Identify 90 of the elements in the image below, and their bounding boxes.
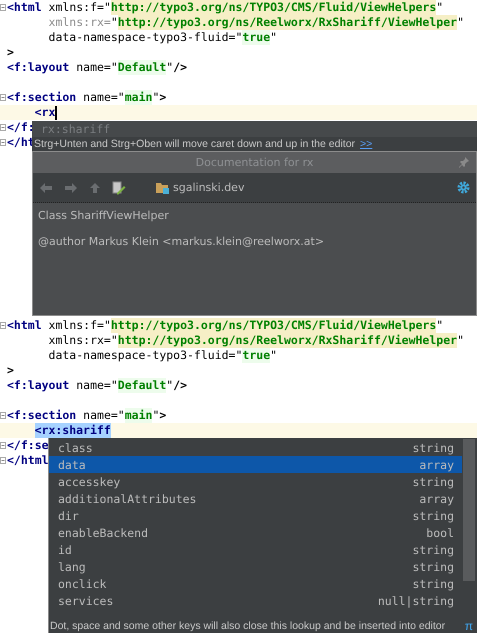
code-attribute: name= (75, 60, 111, 75)
code-attribute: data-namespace-typo3-fluid= (48, 348, 236, 363)
code-tag: <f:section (7, 90, 76, 105)
fold-icon[interactable] (0, 457, 6, 464)
code-quote: " (166, 378, 174, 393)
settings-icon[interactable] (457, 181, 470, 194)
code-attribute: xmlns:rx= (48, 333, 111, 348)
code-quote: " (110, 378, 118, 393)
code-punctuation: > (159, 90, 166, 105)
code-attribute: name= (75, 378, 111, 393)
selected-code: <rx:shariff (34, 423, 111, 438)
code-quote: " (235, 30, 242, 45)
code-quote: " (152, 90, 160, 105)
code-quote: " (270, 30, 278, 45)
code-tag: </f: (7, 120, 35, 135)
code-string: Default (118, 60, 166, 75)
pin-icon[interactable] (458, 156, 470, 168)
fold-icon[interactable] (0, 4, 6, 11)
documentation-text: @author Markus Klein <markus.klein@reelworx.at> (38, 235, 326, 248)
code-attribute: data-namespace-typo3-fluid= (48, 30, 236, 45)
completion-item[interactable]: data array (49, 456, 462, 473)
fold-icon[interactable] (0, 442, 6, 449)
code-quote: " (270, 348, 278, 363)
code-string: http://typo3.org/ns/Reelworx/RxShariff/ViewHelper (118, 15, 458, 30)
code-string: true (242, 348, 270, 363)
up-arrow-icon[interactable] (89, 182, 101, 194)
code-string: main (124, 408, 152, 423)
documentation-text: Class ShariffViewHelper (38, 209, 170, 222)
completion-item[interactable]: class string (49, 439, 462, 456)
code-attribute: name= (82, 90, 118, 105)
fold-icon[interactable] (0, 412, 6, 419)
completion-item[interactable]: accesskey string (49, 473, 462, 490)
code-quote: " (118, 408, 125, 423)
hint-text: Strg+Unten and Strg+Oben will move caret down and up in the editor (34, 138, 356, 150)
code-punctuation: > (7, 45, 14, 60)
code-quote: " (152, 408, 160, 423)
code-tag: <f:layout (7, 378, 70, 393)
completion-item[interactable]: additionalAttributes array (49, 490, 462, 507)
code-quote: " (110, 333, 118, 348)
hint-link[interactable]: >> (360, 138, 372, 150)
code-tag: </html (7, 453, 49, 468)
code-attribute: xmlns:f= (48, 318, 104, 333)
code-quote: " (110, 15, 118, 30)
folder-icon (155, 182, 170, 194)
code-tag: <rx (34, 105, 56, 120)
edit-document-icon[interactable] (112, 180, 126, 194)
code-punctuation: > (7, 363, 14, 378)
location-label[interactable]: sgalinski.dev (173, 181, 244, 194)
back-icon[interactable] (39, 182, 53, 194)
fold-icon[interactable] (0, 322, 6, 329)
pi-symbol[interactable]: π (464, 619, 473, 633)
code-quote: " (118, 90, 125, 105)
code-attribute: xmlns:rx= (48, 15, 111, 30)
code-quote: " (436, 318, 444, 333)
code-string: http://typo3.org/ns/Reelworx/RxShariff/ViewHelper (118, 333, 458, 348)
code-tag: </f:se (7, 438, 49, 453)
completion-item[interactable]: lang string (49, 558, 462, 575)
code-punctuation: > (159, 408, 166, 423)
hint-text: Dot, space and some other keys will also close this lookup and be inserted into editor (50, 620, 446, 632)
code-tag: <html (7, 318, 42, 333)
code-quote: " (166, 60, 174, 75)
code-string: Default (118, 378, 166, 393)
code-quote: " (104, 318, 111, 333)
text-caret (55, 106, 58, 120)
completion-item[interactable]: dir string (49, 507, 462, 524)
completion-item[interactable]: id string (49, 541, 462, 558)
fold-icon[interactable] (0, 124, 6, 131)
code-string: http://typo3.org/ns/TYPO3/CMS/Fluid/ViewHelpers (110, 0, 436, 15)
code-attribute: xmlns:f= (48, 0, 104, 15)
code-quote: " (457, 333, 464, 348)
code-quote: " (457, 15, 464, 30)
code-tag: <f:layout (7, 60, 70, 75)
completion-item[interactable]: enableBackend bool (49, 524, 462, 541)
code-string: main (124, 90, 152, 105)
code-quote: " (235, 348, 242, 363)
code-punctuation: /> (173, 60, 188, 75)
fold-icon[interactable] (0, 139, 6, 146)
forward-icon[interactable] (64, 182, 78, 194)
code-punctuation: /> (173, 378, 188, 393)
code-string: http://typo3.org/ns/TYPO3/CMS/Fluid/ViewHelpers (110, 318, 436, 333)
code-quote: " (104, 0, 111, 15)
fold-icon[interactable] (0, 94, 6, 101)
code-quote: " (110, 60, 118, 75)
completion-item[interactable]: onclick string (49, 575, 462, 592)
completion-item[interactable]: services null|string (49, 592, 462, 609)
code-attribute: name= (82, 408, 118, 423)
code-string: true (242, 30, 270, 45)
code-tag: <html (7, 0, 42, 15)
code-tag: <f:section (7, 408, 76, 423)
code-quote: " (436, 0, 444, 15)
